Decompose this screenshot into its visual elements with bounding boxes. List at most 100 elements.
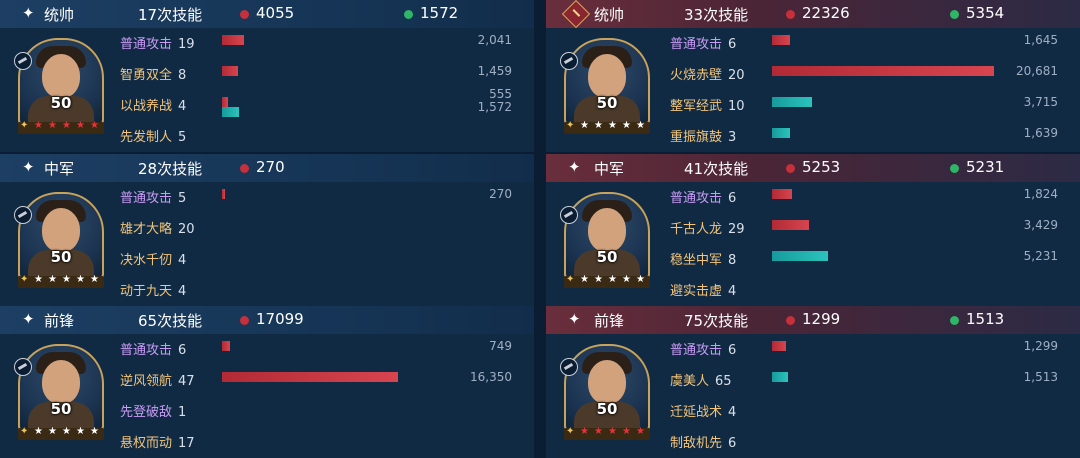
- skill-trigger-count: 10: [728, 99, 745, 114]
- panel-header: ✦ 中军 41次技能 5253 5231: [546, 154, 1080, 182]
- damage-bar: [772, 35, 790, 45]
- skill-row[interactable]: 普通攻击 6 749: [0, 336, 534, 360]
- skill-count: 75次技能: [684, 312, 749, 330]
- panel-header: ✦ 前锋 75次技能 1299 1513: [546, 306, 1080, 334]
- skill-trigger-count: 4: [728, 284, 737, 299]
- heal-dot-icon: [950, 10, 959, 19]
- skill-name-text: 决水千仞: [120, 253, 173, 268]
- heal-total: 1572: [420, 4, 459, 22]
- skill-name-text: 智勇双全: [120, 68, 173, 83]
- damage-total: 22326: [802, 4, 850, 22]
- skill-name: 普通攻击 6: [670, 339, 736, 358]
- skill-trigger-count: 4: [178, 253, 187, 268]
- skill-name: 避实击虚 4: [670, 280, 736, 299]
- skill-row[interactable]: 智勇双全 8 1,459: [0, 61, 534, 85]
- damage-dot-icon: [240, 10, 249, 19]
- skill-row[interactable]: 普通攻击 6 1,824: [546, 184, 1080, 208]
- skill-count: 65次技能: [138, 312, 203, 330]
- position-label: 前锋: [44, 312, 75, 330]
- damage-bar: [222, 372, 398, 382]
- skill-name: 稳坐中军 8: [670, 249, 736, 268]
- skill-name-text: 稳坐中军: [670, 253, 723, 268]
- skill-row[interactable]: 先发制人 5: [0, 123, 534, 147]
- skill-trigger-count: 19: [178, 37, 195, 52]
- sparkle-icon: ✦: [568, 158, 581, 176]
- skill-name: 决水千仞 4: [120, 249, 186, 268]
- skill-trigger-count: 4: [178, 284, 187, 299]
- skill-name-text: 普通攻击: [120, 37, 173, 52]
- skill-row[interactable]: 普通攻击 6 1,645: [546, 30, 1080, 54]
- heal-dot-icon: [404, 10, 413, 19]
- skill-name: 以战养战 4: [120, 95, 186, 114]
- general-panel: ✦ 中军 28次技能 270 50 ✦ ★ ★ ★ ★ ★ 普通攻击 5 270 雄才大略 20 决水千仞 4 动于…: [0, 154, 534, 306]
- skill-value: 555: [489, 87, 512, 101]
- skill-name-text: 普通攻击: [670, 191, 723, 206]
- skill-row[interactable]: 普通攻击 6 1,299: [546, 336, 1080, 360]
- skill-row[interactable]: 火烧赤壁 20 20,681: [546, 61, 1080, 85]
- skill-value: 20,681: [1016, 64, 1058, 78]
- heal-dot-icon: [950, 316, 959, 325]
- sparkle-icon: ✦: [22, 310, 35, 328]
- skill-row[interactable]: 整军经武 10 3,715: [546, 92, 1080, 116]
- skill-name-text: 火烧赤壁: [670, 68, 723, 83]
- heal-total: 1513: [966, 310, 1005, 328]
- skill-row[interactable]: 悬权而动 17: [0, 429, 534, 453]
- skill-value: 2,041: [477, 33, 512, 47]
- heal-total: 5231: [966, 158, 1005, 176]
- skill-row[interactable]: 稳坐中军 8 5,231: [546, 246, 1080, 270]
- skill-trigger-count: 6: [728, 343, 737, 358]
- skill-row[interactable]: 先登破敌 1: [0, 398, 534, 422]
- skill-name-text: 逆风领航: [120, 374, 173, 389]
- heal-total: 5354: [966, 4, 1005, 22]
- skill-row[interactable]: 普通攻击 19 2,041: [0, 30, 534, 54]
- skill-trigger-count: 1: [178, 405, 187, 420]
- skill-row[interactable]: 迁延战术 4: [546, 398, 1080, 422]
- skill-row[interactable]: 避实击虚 4: [546, 277, 1080, 301]
- skill-row[interactable]: 制敌机先 6: [546, 429, 1080, 453]
- skill-trigger-count: 6: [728, 436, 737, 451]
- skill-value: 5,231: [1023, 249, 1058, 263]
- heal-bar: [772, 97, 812, 107]
- skill-name-text: 动于九天: [120, 284, 173, 299]
- skill-row[interactable]: 千古人龙 29 3,429: [546, 215, 1080, 239]
- general-panel: ✦ 中军 41次技能 5253 5231 50 ✦ ★ ★ ★ ★ ★ 普通攻击 6 1,824 千古人龙 29…: [546, 154, 1080, 306]
- skill-name: 普通攻击 6: [670, 33, 736, 52]
- panel-header: ✦ 中军 28次技能 270: [0, 154, 534, 182]
- skill-name: 迁延战术 4: [670, 401, 736, 420]
- heal-bar: [772, 251, 828, 261]
- skill-trigger-count: 6: [178, 343, 187, 358]
- skill-row[interactable]: 重振旗鼓 3 1,639: [546, 123, 1080, 147]
- skill-trigger-count: 29: [728, 222, 745, 237]
- sparkle-icon: ✦: [22, 158, 35, 176]
- skill-name-text: 避实击虚: [670, 284, 723, 299]
- skill-count: 33次技能: [684, 6, 749, 24]
- skill-row[interactable]: 普通攻击 5 270: [0, 184, 534, 208]
- skill-name: 普通攻击 5: [120, 187, 186, 206]
- skill-row[interactable]: 决水千仞 4: [0, 246, 534, 270]
- sparkle-icon: ✦: [568, 310, 581, 328]
- skill-value: 1,459: [477, 64, 512, 78]
- skill-row[interactable]: 以战养战 4 555 1,572: [0, 87, 534, 117]
- damage-bar: [772, 341, 786, 351]
- skill-name-text: 先登破敌: [120, 405, 173, 420]
- skill-name: 普通攻击 19: [120, 33, 195, 52]
- damage-total: 5253: [802, 158, 841, 176]
- skill-row[interactable]: 逆风领航 47 16,350: [0, 367, 534, 391]
- skill-trigger-count: 5: [178, 191, 187, 206]
- skill-name: 重振旗鼓 3: [670, 126, 736, 145]
- skill-row[interactable]: 虞美人 65 1,513: [546, 367, 1080, 391]
- skill-name-text: 普通攻击: [120, 343, 173, 358]
- skill-name: 制敌机先 6: [670, 432, 736, 451]
- skill-row[interactable]: 雄才大略 20: [0, 215, 534, 239]
- skill-value: 1,299: [1023, 339, 1058, 353]
- damage-dot-icon: [786, 164, 795, 173]
- skill-trigger-count: 20: [728, 68, 745, 83]
- general-panel: ✦ 统帅 17次技能 4055 1572 50 ✦ ★ ★ ★ ★ ★ 普通攻击 19 2,041 智勇双全 8…: [0, 0, 534, 152]
- skill-name-text: 雄才大略: [120, 222, 173, 237]
- skill-row[interactable]: 动于九天 4: [0, 277, 534, 301]
- skill-value: 1,513: [1023, 370, 1058, 384]
- position-label: 中军: [44, 160, 75, 178]
- skill-name-text: 普通攻击: [670, 37, 723, 52]
- skill-name: 火烧赤壁 20: [670, 64, 745, 83]
- skill-value: 3,429: [1023, 218, 1058, 232]
